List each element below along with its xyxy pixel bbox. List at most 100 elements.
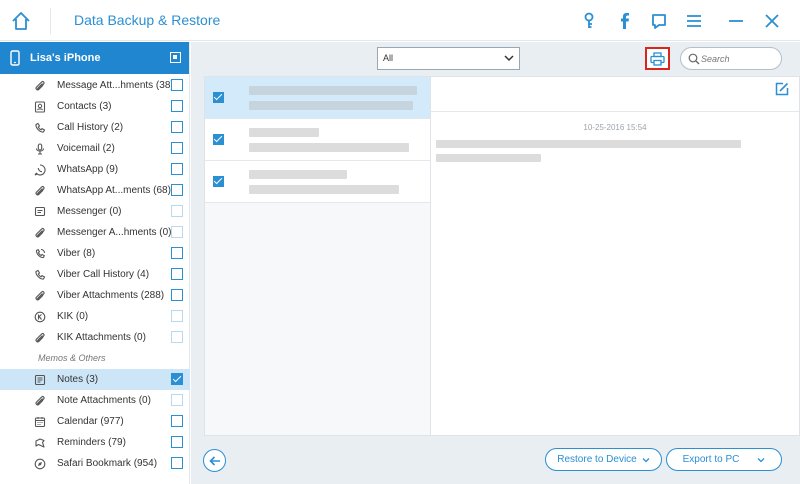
list-item-checkbox[interactable] <box>213 92 224 103</box>
sidebar-item-checkbox[interactable] <box>171 163 183 175</box>
phone-device-icon <box>10 50 20 66</box>
sidebar-item-label: Call History (2) <box>57 122 124 133</box>
filter-select[interactable]: All <box>377 47 520 70</box>
back-button[interactable] <box>203 449 226 472</box>
sidebar-item[interactable]: Call History (2) <box>0 117 190 138</box>
sidebar-item-label: KIK Attachments (0) <box>57 332 146 343</box>
sidebar-section-header: Memos & Others <box>0 348 190 369</box>
sidebar-item[interactable]: Safari Bookmark (954) <box>0 453 190 474</box>
sidebar-item-label: Voicemail (2) <box>57 143 115 154</box>
sidebar-item-checkbox[interactable] <box>171 226 183 238</box>
paperclip-icon <box>33 184 46 197</box>
sidebar-item-checkbox[interactable] <box>171 415 183 427</box>
blurred-text <box>249 170 347 179</box>
chevron-down-icon <box>757 457 765 462</box>
sidebar-item[interactable]: Calendar (977) <box>0 411 190 432</box>
menu-icon[interactable] <box>684 11 704 31</box>
sidebar-item-label: Safari Bookmark (954) <box>57 458 158 469</box>
viber-icon <box>33 247 46 260</box>
sidebar-item[interactable]: Viber Call History (4) <box>0 264 190 285</box>
close-icon[interactable] <box>762 11 782 31</box>
sidebar-item-checkbox[interactable] <box>171 394 183 406</box>
list-item-checkbox[interactable] <box>213 134 224 145</box>
sidebar-item-checkbox[interactable] <box>171 457 183 469</box>
sidebar-item[interactable]: KIK (0) <box>0 306 190 327</box>
print-button[interactable] <box>645 47 670 70</box>
arrow-left-icon <box>208 455 220 466</box>
sidebar-item[interactable]: Viber (8) <box>0 243 190 264</box>
blurred-text <box>249 143 409 152</box>
sidebar-item[interactable]: KIK Attachments (0) <box>0 327 190 348</box>
sidebar-item-checkbox[interactable] <box>171 142 183 154</box>
key-icon[interactable] <box>579 11 599 31</box>
edit-icon[interactable] <box>775 82 789 96</box>
blurred-text <box>436 154 541 162</box>
minimize-icon[interactable] <box>726 11 746 31</box>
sidebar-item-checkbox[interactable] <box>171 289 183 301</box>
list-item[interactable] <box>205 119 430 161</box>
sidebar-item-checkbox[interactable] <box>171 373 183 385</box>
sidebar-item[interactable]: Note Attachments (0) <box>0 390 190 411</box>
restore-to-device-label: Restore to Device <box>557 454 637 465</box>
list-item-checkbox[interactable] <box>213 176 224 187</box>
sidebar-item[interactable]: Reminders (79) <box>0 432 190 453</box>
blurred-text <box>249 86 417 95</box>
notes-icon <box>33 373 46 386</box>
contact-icon <box>33 100 46 113</box>
sidebar-item[interactable]: Messenger (0) <box>0 201 190 222</box>
compass-icon <box>33 457 46 470</box>
sidebar-item-checkbox[interactable] <box>171 100 183 112</box>
search-box[interactable] <box>680 47 782 70</box>
device-header[interactable]: Lisa's iPhone <box>0 42 189 74</box>
sidebar-item-label: Messenger (0) <box>57 206 122 217</box>
list-item[interactable] <box>205 161 430 203</box>
sidebar-item[interactable]: Notes (3) <box>0 369 190 390</box>
phone-icon <box>33 121 46 134</box>
sidebar-item[interactable]: Viber Attachments (288) <box>0 285 190 306</box>
restore-to-device-button[interactable]: Restore to Device <box>545 448 662 471</box>
chevron-down-icon <box>642 457 650 462</box>
feedback-icon[interactable] <box>649 11 669 31</box>
section-label: Memos & Others <box>38 353 106 363</box>
sidebar-item-label: Notes (3) <box>57 374 99 385</box>
sidebar-item-label: WhatsApp At...ments (68) <box>57 185 171 196</box>
blurred-text <box>249 128 319 137</box>
sidebar-item-checkbox[interactable] <box>171 121 183 133</box>
paperclip-icon <box>33 79 46 92</box>
whatsapp-icon <box>33 163 46 176</box>
microphone-icon <box>33 142 46 155</box>
list-item[interactable] <box>205 77 430 119</box>
sidebar-item-checkbox[interactable] <box>171 184 183 196</box>
sidebar-item-checkbox[interactable] <box>171 247 183 259</box>
home-icon[interactable] <box>10 10 32 32</box>
sidebar-item-checkbox[interactable] <box>171 331 183 343</box>
export-to-pc-button[interactable]: Export to PC <box>666 448 782 471</box>
search-input[interactable] <box>701 51 776 67</box>
sidebar-item[interactable]: WhatsApp At...ments (68) <box>0 180 190 201</box>
paperclip-icon <box>33 394 46 407</box>
sidebar: Lisa's iPhone Message Att...hments (38) C… <box>0 42 190 484</box>
sidebar-item-checkbox[interactable] <box>171 436 183 448</box>
device-name: Lisa's iPhone <box>30 52 101 64</box>
kik-icon <box>33 310 46 323</box>
sidebar-item-checkbox[interactable] <box>171 310 183 322</box>
printer-icon <box>650 51 665 66</box>
sidebar-item-label: Note Attachments (0) <box>57 395 151 406</box>
paperclip-icon <box>33 226 46 239</box>
sidebar-item-checkbox[interactable] <box>171 79 183 91</box>
sidebar-item-label: Calendar (977) <box>57 416 124 427</box>
sidebar-item[interactable]: Contacts (3) <box>0 96 190 117</box>
sidebar-item-label: Viber Call History (4) <box>57 269 150 280</box>
sidebar-item[interactable]: WhatsApp (9) <box>0 159 190 180</box>
reminder-icon <box>33 436 46 449</box>
device-select-all-checkbox[interactable] <box>170 52 181 63</box>
facebook-icon[interactable] <box>614 11 634 31</box>
main-area: All 10-25-2016 15:54 <box>191 42 800 484</box>
sidebar-item-checkbox[interactable] <box>171 268 183 280</box>
sidebar-item[interactable]: Messenger A...hments (0) <box>0 222 190 243</box>
blurred-text <box>249 101 413 110</box>
sidebar-item[interactable]: Voicemail (2) <box>0 138 190 159</box>
sidebar-item-checkbox[interactable] <box>171 205 183 217</box>
sidebar-item-label: Message Att...hments (38) <box>57 80 174 91</box>
sidebar-item[interactable]: Message Att...hments (38) <box>0 75 190 96</box>
